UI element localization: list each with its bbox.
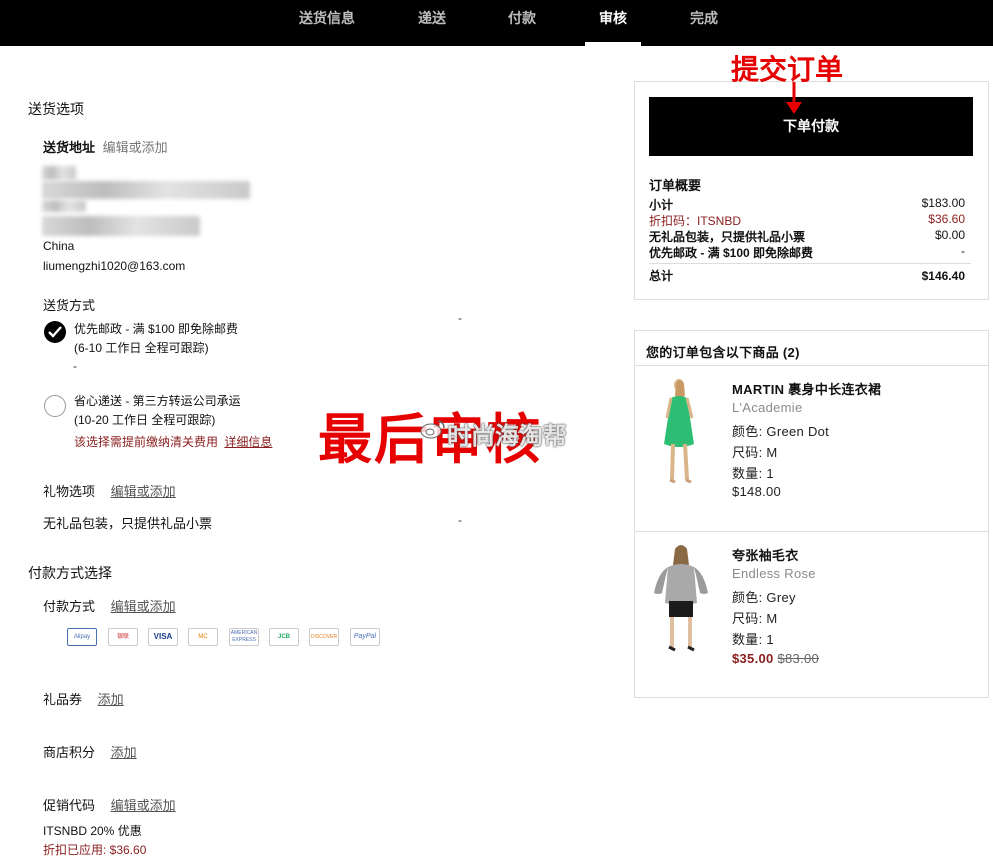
- summary-row-total: 总计 $146.40: [649, 267, 965, 284]
- summary-row-value: $36.60: [928, 212, 965, 226]
- alipay-icon[interactable]: Alipay: [67, 628, 97, 646]
- summary-total-label: 总计: [649, 269, 674, 283]
- shipping-address-label: 送货地址: [43, 140, 96, 155]
- product-image-grey-sweater[interactable]: [650, 543, 712, 653]
- item-sale-price: $35.00: [732, 651, 774, 666]
- store-credit-row: 商店积分 添加: [43, 742, 137, 761]
- shipping-option-economy-note: 该选择需提前缴纳清关费用 详细信息: [74, 433, 272, 450]
- checkout-step-nav: 送货信息 递送 付款 审核 完成: [0, 0, 993, 46]
- promo-code-label: 促销代码: [43, 798, 96, 813]
- summary-row-subtotal: 小计 $183.00: [649, 196, 965, 213]
- gift-card-add-link[interactable]: 添加: [98, 692, 124, 707]
- shipping-option-priority-title: 优先邮政 - 满 $100 即免除邮费: [74, 322, 239, 336]
- shipping-option-priority-price: -: [458, 311, 462, 325]
- shipping-option-priority-detail: (6-10 工作日 全程可跟踪): [74, 341, 209, 355]
- item-size: 尺码: M: [732, 445, 778, 460]
- item-price-row: $35.00 $83.00: [732, 651, 819, 666]
- checkmark-icon: [48, 326, 62, 338]
- item-brand: L'Academie: [732, 400, 803, 415]
- place-order-button[interactable]: 下单付款: [649, 97, 973, 156]
- promo-discount-applied: 折扣已应用: $36.60: [43, 843, 147, 857]
- shipping-method-label: 送货方式: [43, 298, 96, 313]
- summary-row-label: 无礼品包装，只提供礼品小票: [649, 230, 806, 244]
- order-summary-title: 订单概要: [649, 178, 702, 193]
- discover-icon[interactable]: DISCOVER: [309, 628, 339, 646]
- gift-options-price: -: [458, 513, 462, 527]
- item-qty: 数量: 1: [732, 466, 774, 481]
- item-original-price: $83.00: [777, 651, 820, 666]
- shipping-section-title: 送货选项: [28, 101, 84, 117]
- summary-row-value: -: [961, 244, 965, 258]
- store-credit-label: 商店积分: [43, 745, 96, 760]
- address-country: China: [43, 239, 75, 253]
- order-items-header: 您的订单包含以下商品 (2): [646, 345, 800, 360]
- step-review[interactable]: 审核: [585, 0, 641, 46]
- shipping-option-economy-title: 省心递送 - 第三方转运公司承运: [74, 394, 241, 408]
- gift-card-row: 礼品券 添加: [43, 689, 124, 708]
- summary-row-label: 小计: [649, 198, 674, 212]
- summary-total-value: $146.40: [921, 269, 965, 283]
- item-name[interactable]: 夸张袖毛衣: [732, 545, 799, 564]
- summary-row-discount: 折扣码：ITSNBD $36.60: [649, 212, 965, 229]
- details-link[interactable]: 详细信息: [224, 435, 272, 449]
- gift-options-edit-link[interactable]: 编辑或添加: [111, 484, 176, 499]
- step-shipping-info[interactable]: 送货信息: [286, 0, 368, 46]
- items-divider: [635, 531, 988, 532]
- gift-options-value: 无礼品包装，只提供礼品小票: [43, 516, 213, 531]
- item-color: 颜色: Green Dot: [732, 424, 830, 439]
- promo-code-row: 促销代码 编辑或添加: [43, 795, 176, 814]
- shipping-address-edit-link[interactable]: 编辑或添加: [103, 140, 168, 155]
- summary-row-gift-wrap: 无礼品包装，只提供礼品小票 $0.00: [649, 228, 965, 245]
- item-name[interactable]: MARTIN 裹身中长连衣裙: [732, 379, 881, 398]
- payment-method-edit-link[interactable]: 编辑或添加: [111, 599, 176, 614]
- customs-note-text: 该选择需提前缴纳清关费用: [74, 435, 219, 449]
- item-qty: 数量: 1: [732, 632, 774, 647]
- amex-icon[interactable]: AMERICAN EXPRESS: [229, 628, 259, 646]
- paypal-icon[interactable]: PayPal: [350, 628, 380, 646]
- gift-card-label: 礼品券: [43, 692, 83, 707]
- mastercard-icon[interactable]: MC: [188, 628, 218, 646]
- items-divider: [635, 365, 988, 366]
- item-brand: Endless Rose: [732, 566, 816, 581]
- product-image-green-dress[interactable]: [656, 376, 702, 488]
- gift-options-label: 礼物选项: [43, 484, 96, 499]
- gift-options-row: 礼物选项 编辑或添加: [43, 481, 176, 500]
- payment-method-row: 付款方式 编辑或添加: [43, 596, 176, 615]
- shipping-address-row: 送货地址 编辑或添加: [43, 137, 168, 156]
- summary-row-value: $0.00: [934, 228, 965, 242]
- promo-code-value: ITSNBD 20% 优惠: [43, 824, 142, 838]
- step-complete[interactable]: 完成: [676, 0, 732, 46]
- store-credit-add-link[interactable]: 添加: [111, 745, 137, 760]
- unionpay-icon[interactable]: 银联: [108, 628, 138, 646]
- watermark-text: 时尚海淘帮: [447, 423, 567, 450]
- promo-code-edit-link[interactable]: 编辑或添加: [111, 798, 176, 813]
- weibo-logo-icon: [420, 420, 445, 439]
- jcb-icon[interactable]: JCB: [269, 628, 299, 646]
- shipping-option-economy-detail: (10-20 工作日 全程可跟踪): [74, 413, 216, 427]
- payment-section-title: 付款方式选择: [28, 565, 112, 581]
- annotation-arrow-down-icon: [786, 82, 802, 114]
- shipping-option-priority-sub: -: [73, 359, 77, 373]
- summary-row-label: 优先邮政 - 满 $100 即免除邮费: [649, 246, 814, 260]
- item-size: 尺码: M: [732, 611, 778, 626]
- payment-method-label: 付款方式: [43, 599, 96, 614]
- address-email: liumengzhi1020@163.com: [43, 259, 186, 273]
- shipping-option-priority-radio[interactable]: [44, 321, 66, 343]
- summary-divider: [649, 263, 971, 264]
- shipping-option-economy-radio[interactable]: [44, 395, 66, 417]
- visa-icon[interactable]: VISA: [148, 628, 178, 646]
- summary-row-value: $183.00: [921, 196, 965, 210]
- step-delivery[interactable]: 递送: [404, 0, 460, 46]
- step-payment[interactable]: 付款: [494, 0, 550, 46]
- summary-row-shipping: 优先邮政 - 满 $100 即免除邮费 -: [649, 244, 965, 261]
- summary-row-label: 折扣码：ITSNBD: [649, 214, 742, 228]
- item-price: $148.00: [732, 484, 782, 499]
- item-color: 颜色: Grey: [732, 590, 796, 605]
